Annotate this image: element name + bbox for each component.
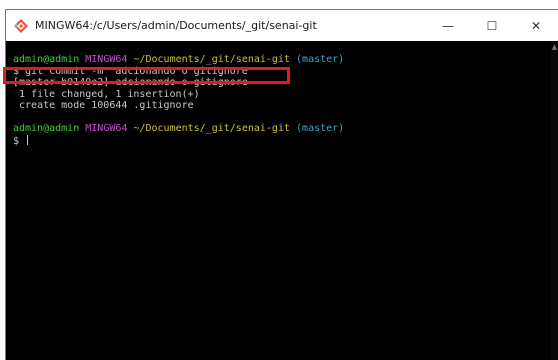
terminal-output[interactable]: admin@admin MINGW64 ~/Documents/_git/sen… <box>6 41 558 360</box>
prompt-line-1: admin@admin MINGW64 ~/Documents/_git/sen… <box>13 54 558 66</box>
text-cursor <box>27 134 29 145</box>
scroll-up-icon[interactable]: ▲ <box>551 43 558 51</box>
maximize-button[interactable]: ☐ <box>470 10 514 41</box>
output-line: 1 file changed, 1 insertion(+) <box>13 88 200 100</box>
close-button[interactable]: ✕ <box>514 10 558 41</box>
prompt-path: ~/Documents/_git/senai-git <box>133 54 290 65</box>
prompt-host: MINGW64 <box>85 123 128 134</box>
maximize-icon: ☐ <box>486 18 498 33</box>
prompt-user: admin@admin <box>13 54 80 65</box>
minimize-icon: — <box>442 18 454 33</box>
window-title: MINGW64:/c/Users/admin/Documents/_git/se… <box>35 19 317 32</box>
prompt-branch: (master) <box>296 54 345 65</box>
input-prompt: $ <box>13 135 26 147</box>
prompt-branch: (master) <box>296 123 345 134</box>
prompt-user: admin@admin <box>13 123 80 134</box>
prompt-path: ~/Documents/_git/senai-git <box>133 123 290 134</box>
close-icon: ✕ <box>530 18 542 33</box>
prompt-line-2: admin@admin MINGW64 ~/Documents/_git/sen… <box>13 123 558 135</box>
output-line: [master b0140e2] adcionando o gitignore <box>13 77 248 88</box>
prompt-host: MINGW64 <box>85 54 128 65</box>
git-bash-icon <box>13 18 29 34</box>
command-line: $ git commit -m "adcionando o gitignore" <box>13 65 254 77</box>
input-line[interactable]: $ <box>13 134 558 147</box>
title-bar[interactable]: MINGW64:/c/Users/admin/Documents/_git/se… <box>6 10 558 41</box>
minimize-button[interactable]: — <box>426 10 470 41</box>
scrollbar[interactable] <box>551 41 558 360</box>
terminal-window: MINGW64:/c/Users/admin/Documents/_git/se… <box>5 9 558 360</box>
output-line: create mode 100644 .gitignore <box>13 100 194 111</box>
